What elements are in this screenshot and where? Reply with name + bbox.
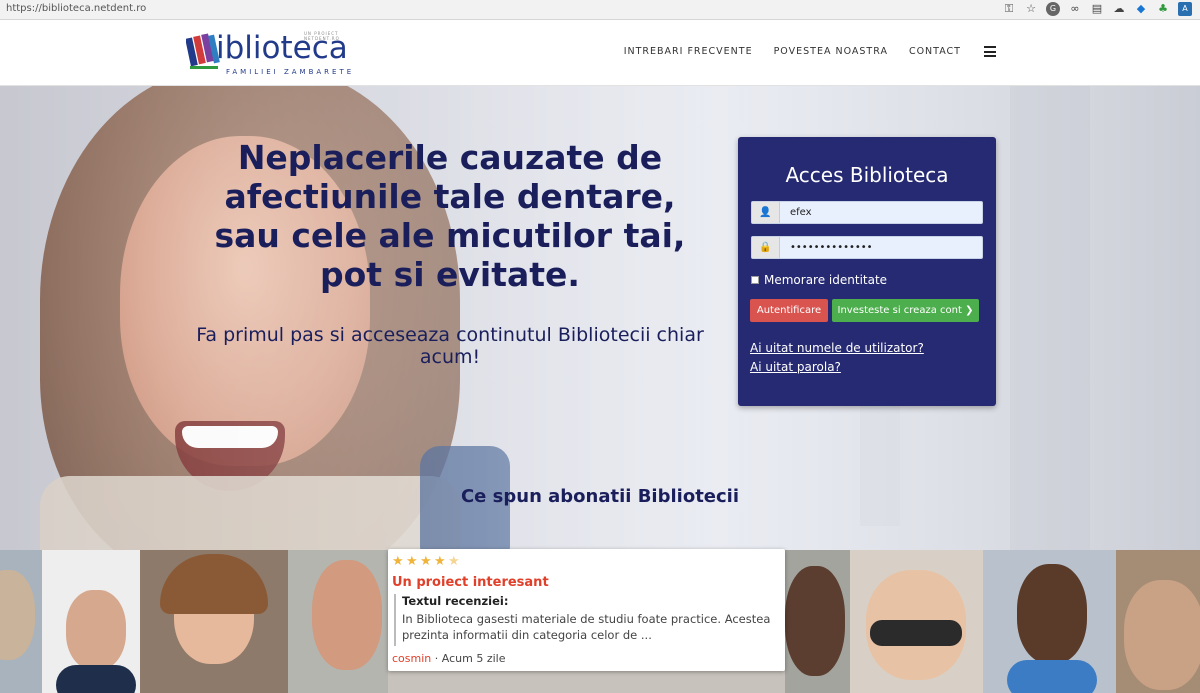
subscriber-photo [140,550,288,693]
subscriber-photo [42,550,140,693]
testimonials-title: Ce spun abonatii Bibliotecii [460,486,740,507]
star-half-icon: ★ [448,554,460,569]
hero-section: Neplacerile cauzate de afectiunile tale … [0,86,1200,550]
star-filled-icon: ★ [434,554,446,569]
link-extension-icon[interactable]: ∞ [1068,2,1082,16]
subscriber-photo [983,550,1116,693]
subscriber-photo [1116,550,1200,693]
books-logo-icon [186,33,220,69]
password-input[interactable]: •••••••••••••• [780,237,982,258]
lock-icon: 🔒 [752,237,780,258]
star-icon[interactable]: ☆ [1024,2,1038,16]
main-nav: INTREBARI FRECVENTE POVESTEA NOASTRA CON… [624,46,996,57]
review-author[interactable]: cosmin [392,652,431,665]
g-extension-icon[interactable]: G [1046,2,1060,16]
rating-stars: ★ ★ ★ ★ ★ [392,555,461,568]
subscriber-photo [288,550,388,693]
username-field[interactable]: 👤 efex [751,201,983,224]
review-label: Textul recenziei: [402,594,509,608]
hero-subline: Fa primul pas si acceseaza continutul Bi… [196,324,704,368]
key-icon[interactable]: ⚿ [1002,2,1016,16]
review-time: · Acum 5 zile [431,652,506,665]
review-title: Un proiect interesant [392,575,549,590]
extension-icons: ⚿ ☆ G ∞ ▤ ☁ ◆ ♣ A [1002,2,1192,16]
logo-tagline: UN PROIECT NETDENT.RO [304,31,340,41]
create-account-label: Investeste si creaza cont [837,305,962,316]
username-input[interactable]: efex [780,202,982,223]
nav-faq[interactable]: INTREBARI FRECVENTE [624,46,753,57]
review-card: ★ ★ ★ ★ ★ Un proiect interesant Textul r… [388,549,785,671]
chevron-right-icon: ❯ [965,305,974,316]
remember-me[interactable]: Memorare identitate [751,273,887,287]
evernote-icon[interactable]: ♣ [1156,2,1170,16]
translate-extension-icon[interactable]: A [1178,2,1192,16]
login-panel: Acces Biblioteca 👤 efex 🔒 ••••••••••••••… [738,137,996,406]
nav-story[interactable]: POVESTEA NOASTRA [774,46,888,57]
browser-toolbar: https://biblioteca.netdent.ro ⚿ ☆ G ∞ ▤ … [0,0,1200,20]
review-quote: Textul recenziei: In Biblioteca gasesti … [394,594,776,646]
subscriber-photo [0,550,42,693]
subscriber-photo [850,550,983,693]
remember-checkbox[interactable] [751,276,759,284]
password-field[interactable]: 🔒 •••••••••••••• [751,236,983,259]
site-header: iblioteca FAMILIEI ZAMBARETE UN PROIECT … [0,20,1200,86]
forgot-password-link[interactable]: Ai uitat parola? [750,360,841,374]
site-logo[interactable]: iblioteca FAMILIEI ZAMBARETE UN PROIECT … [186,30,366,78]
login-button[interactable]: Autentificare [750,299,828,322]
login-title: Acces Biblioteca [785,163,949,187]
review-body: In Biblioteca gasesti materiale de studi… [402,612,771,642]
address-bar[interactable]: https://biblioteca.netdent.ro [6,3,146,14]
star-filled-icon: ★ [420,554,432,569]
cloud-extension-icon[interactable]: ☁ [1112,2,1126,16]
star-filled-icon: ★ [392,554,404,569]
review-meta: cosmin · Acum 5 zile [392,652,505,665]
hamburger-menu-icon[interactable] [984,46,996,57]
subscriber-photo [785,550,850,693]
create-account-button[interactable]: Investeste si creaza cont ❯ [832,299,979,322]
remember-label: Memorare identitate [764,273,888,287]
nav-contact[interactable]: CONTACT [909,46,961,57]
user-icon: 👤 [752,202,780,223]
forgot-username-link[interactable]: Ai uitat numele de utilizator? [750,341,924,355]
chat-extension-icon[interactable]: ▤ [1090,2,1104,16]
star-filled-icon: ★ [406,554,418,569]
logo-subtitle: FAMILIEI ZAMBARETE [226,68,355,76]
hero-headline: Neplacerile cauzate de afectiunile tale … [214,138,686,294]
dropbox-icon[interactable]: ◆ [1134,2,1148,16]
